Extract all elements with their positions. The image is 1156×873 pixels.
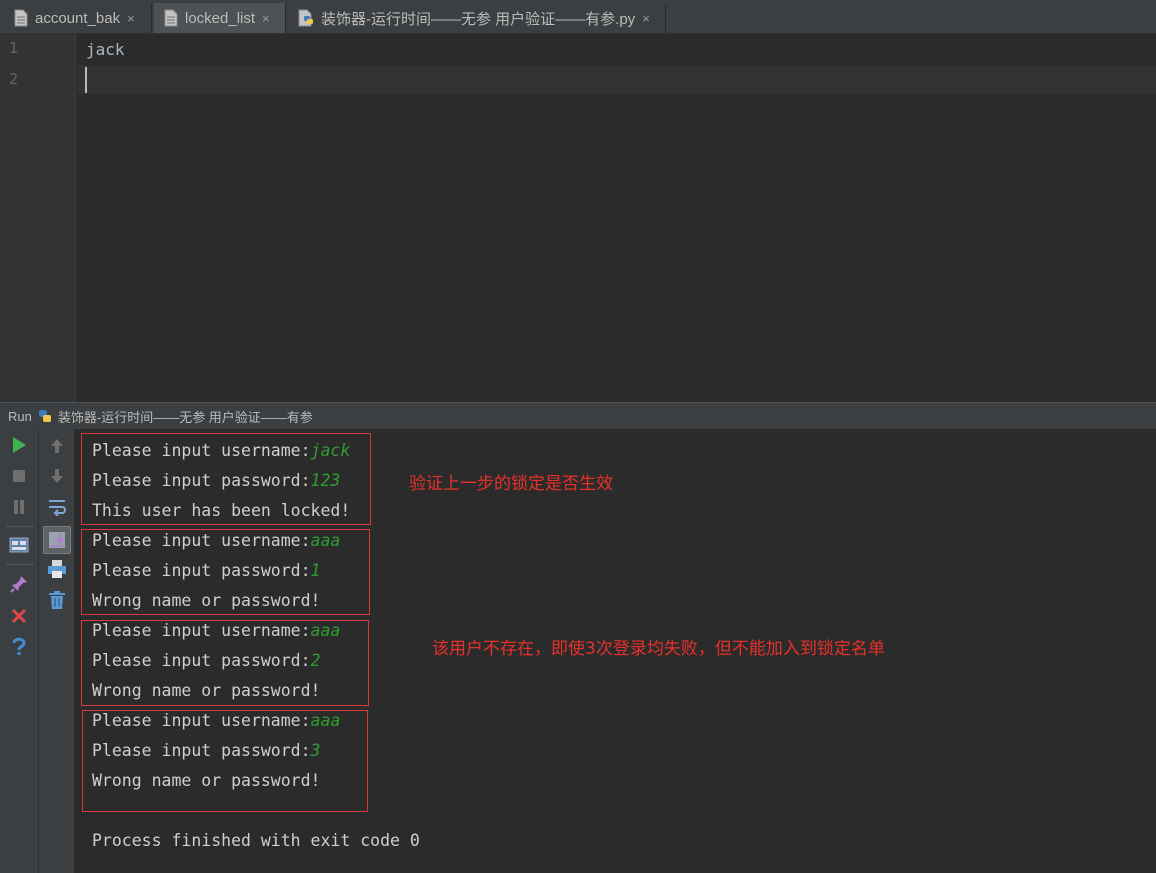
toolbar-separator: [7, 564, 33, 565]
user-input: 123: [310, 471, 341, 490]
console-line: Wrong name or password!: [92, 771, 321, 790]
user-input: 1: [310, 561, 321, 580]
line-number: 1: [9, 39, 19, 57]
text-file-icon: [164, 9, 178, 27]
console-line: Please input username:aaa: [92, 621, 341, 640]
stop-icon: [13, 470, 25, 482]
console-line: Please input username:aaa: [92, 711, 341, 730]
console-line: This user has been locked!: [92, 501, 351, 520]
dump-threads-button[interactable]: [7, 533, 31, 557]
line-number-gutter: 1 2: [0, 34, 76, 402]
console-line: Please input username:jack: [92, 441, 351, 460]
soft-wrap-button[interactable]: [45, 495, 69, 519]
help-icon: [12, 637, 26, 655]
text-file-icon: [14, 9, 28, 27]
soft-wrap-icon: [49, 500, 66, 516]
pin-tab-button[interactable]: [7, 572, 31, 596]
rerun-button[interactable]: [7, 433, 31, 457]
tab-account-bak[interactable]: account_bak ×: [4, 3, 152, 33]
console-line: Please input password:3: [92, 741, 321, 760]
scroll-to-end-button[interactable]: [43, 526, 71, 554]
line-number: 2: [9, 70, 19, 88]
tab-python-script[interactable]: 装饰器-运行时间——无参 用户验证——有参.py ×: [288, 3, 666, 33]
trash-icon: [49, 591, 65, 609]
user-input: aaa: [310, 531, 341, 550]
console-line: Wrong name or password!: [92, 591, 321, 610]
close-icon[interactable]: ×: [642, 11, 650, 26]
close-icon[interactable]: ×: [127, 11, 135, 26]
print-icon: [48, 560, 66, 578]
tab-label: 装饰器-运行时间——无参 用户验证——有参.py: [321, 10, 636, 28]
code-editor[interactable]: 1 2 jack: [0, 34, 1156, 402]
close-icon[interactable]: ×: [262, 11, 270, 26]
arrow-up-icon: [51, 439, 63, 453]
current-line-highlight: [77, 65, 1156, 94]
exit-message: Process finished with exit code 0: [92, 831, 420, 850]
clear-all-button[interactable]: [45, 588, 69, 612]
run-toolbar-secondary: [39, 429, 75, 873]
python-file-icon: [298, 9, 313, 27]
help-button[interactable]: [7, 635, 31, 659]
pin-icon: [10, 576, 27, 593]
toolbar-separator: [7, 526, 33, 527]
console-line: Wrong name or password!: [92, 681, 321, 700]
tab-label: locked_list: [185, 9, 256, 27]
tab-locked-list[interactable]: locked_list ×: [154, 3, 286, 33]
stop-button[interactable]: [7, 464, 31, 488]
annotation-note: 该用户不存在，即使3次登录均失败，但不能加入到锁定名单: [432, 639, 885, 659]
run-toolbar-primary: [0, 429, 39, 873]
run-tool-window-header: Run 装饰器-运行时间——无参 用户验证——有参: [0, 402, 1156, 429]
next-occurrence-button[interactable]: [45, 464, 69, 488]
user-input: aaa: [310, 711, 341, 730]
pause-icon: [14, 500, 24, 514]
user-input: jack: [310, 441, 351, 460]
previous-occurrence-button[interactable]: [45, 434, 69, 458]
user-input: aaa: [310, 621, 341, 640]
python-icon: [38, 410, 51, 422]
code-line[interactable]: jack: [86, 40, 125, 59]
console-line: Please input password:123: [92, 471, 341, 490]
console-line: Please input password:1: [92, 561, 321, 580]
editor-tab-bar: account_bak × locked_list × 装饰器-运行时间——无参…: [0, 0, 1156, 34]
print-button[interactable]: [45, 557, 69, 581]
close-run-button[interactable]: [7, 604, 31, 628]
run-console[interactable]: Please input username:jack Please input …: [75, 429, 1156, 873]
close-icon: [11, 608, 27, 624]
user-input: 3: [310, 741, 321, 760]
user-input: 2: [310, 651, 321, 670]
text-caret: [85, 67, 87, 93]
layout-icon: [9, 537, 29, 553]
console-line: Please input username:aaa: [92, 531, 341, 550]
tab-label: account_bak: [35, 9, 121, 27]
run-config-name[interactable]: 装饰器-运行时间——无参 用户验证——有参: [58, 407, 313, 426]
play-icon: [13, 437, 26, 453]
arrow-down-icon: [51, 469, 63, 483]
pause-button[interactable]: [7, 495, 31, 519]
console-line: Please input password:2: [92, 651, 321, 670]
run-label: Run: [8, 408, 32, 424]
scroll-to-end-icon: [49, 532, 65, 548]
annotation-note: 验证上一步的锁定是否生效: [409, 474, 613, 494]
